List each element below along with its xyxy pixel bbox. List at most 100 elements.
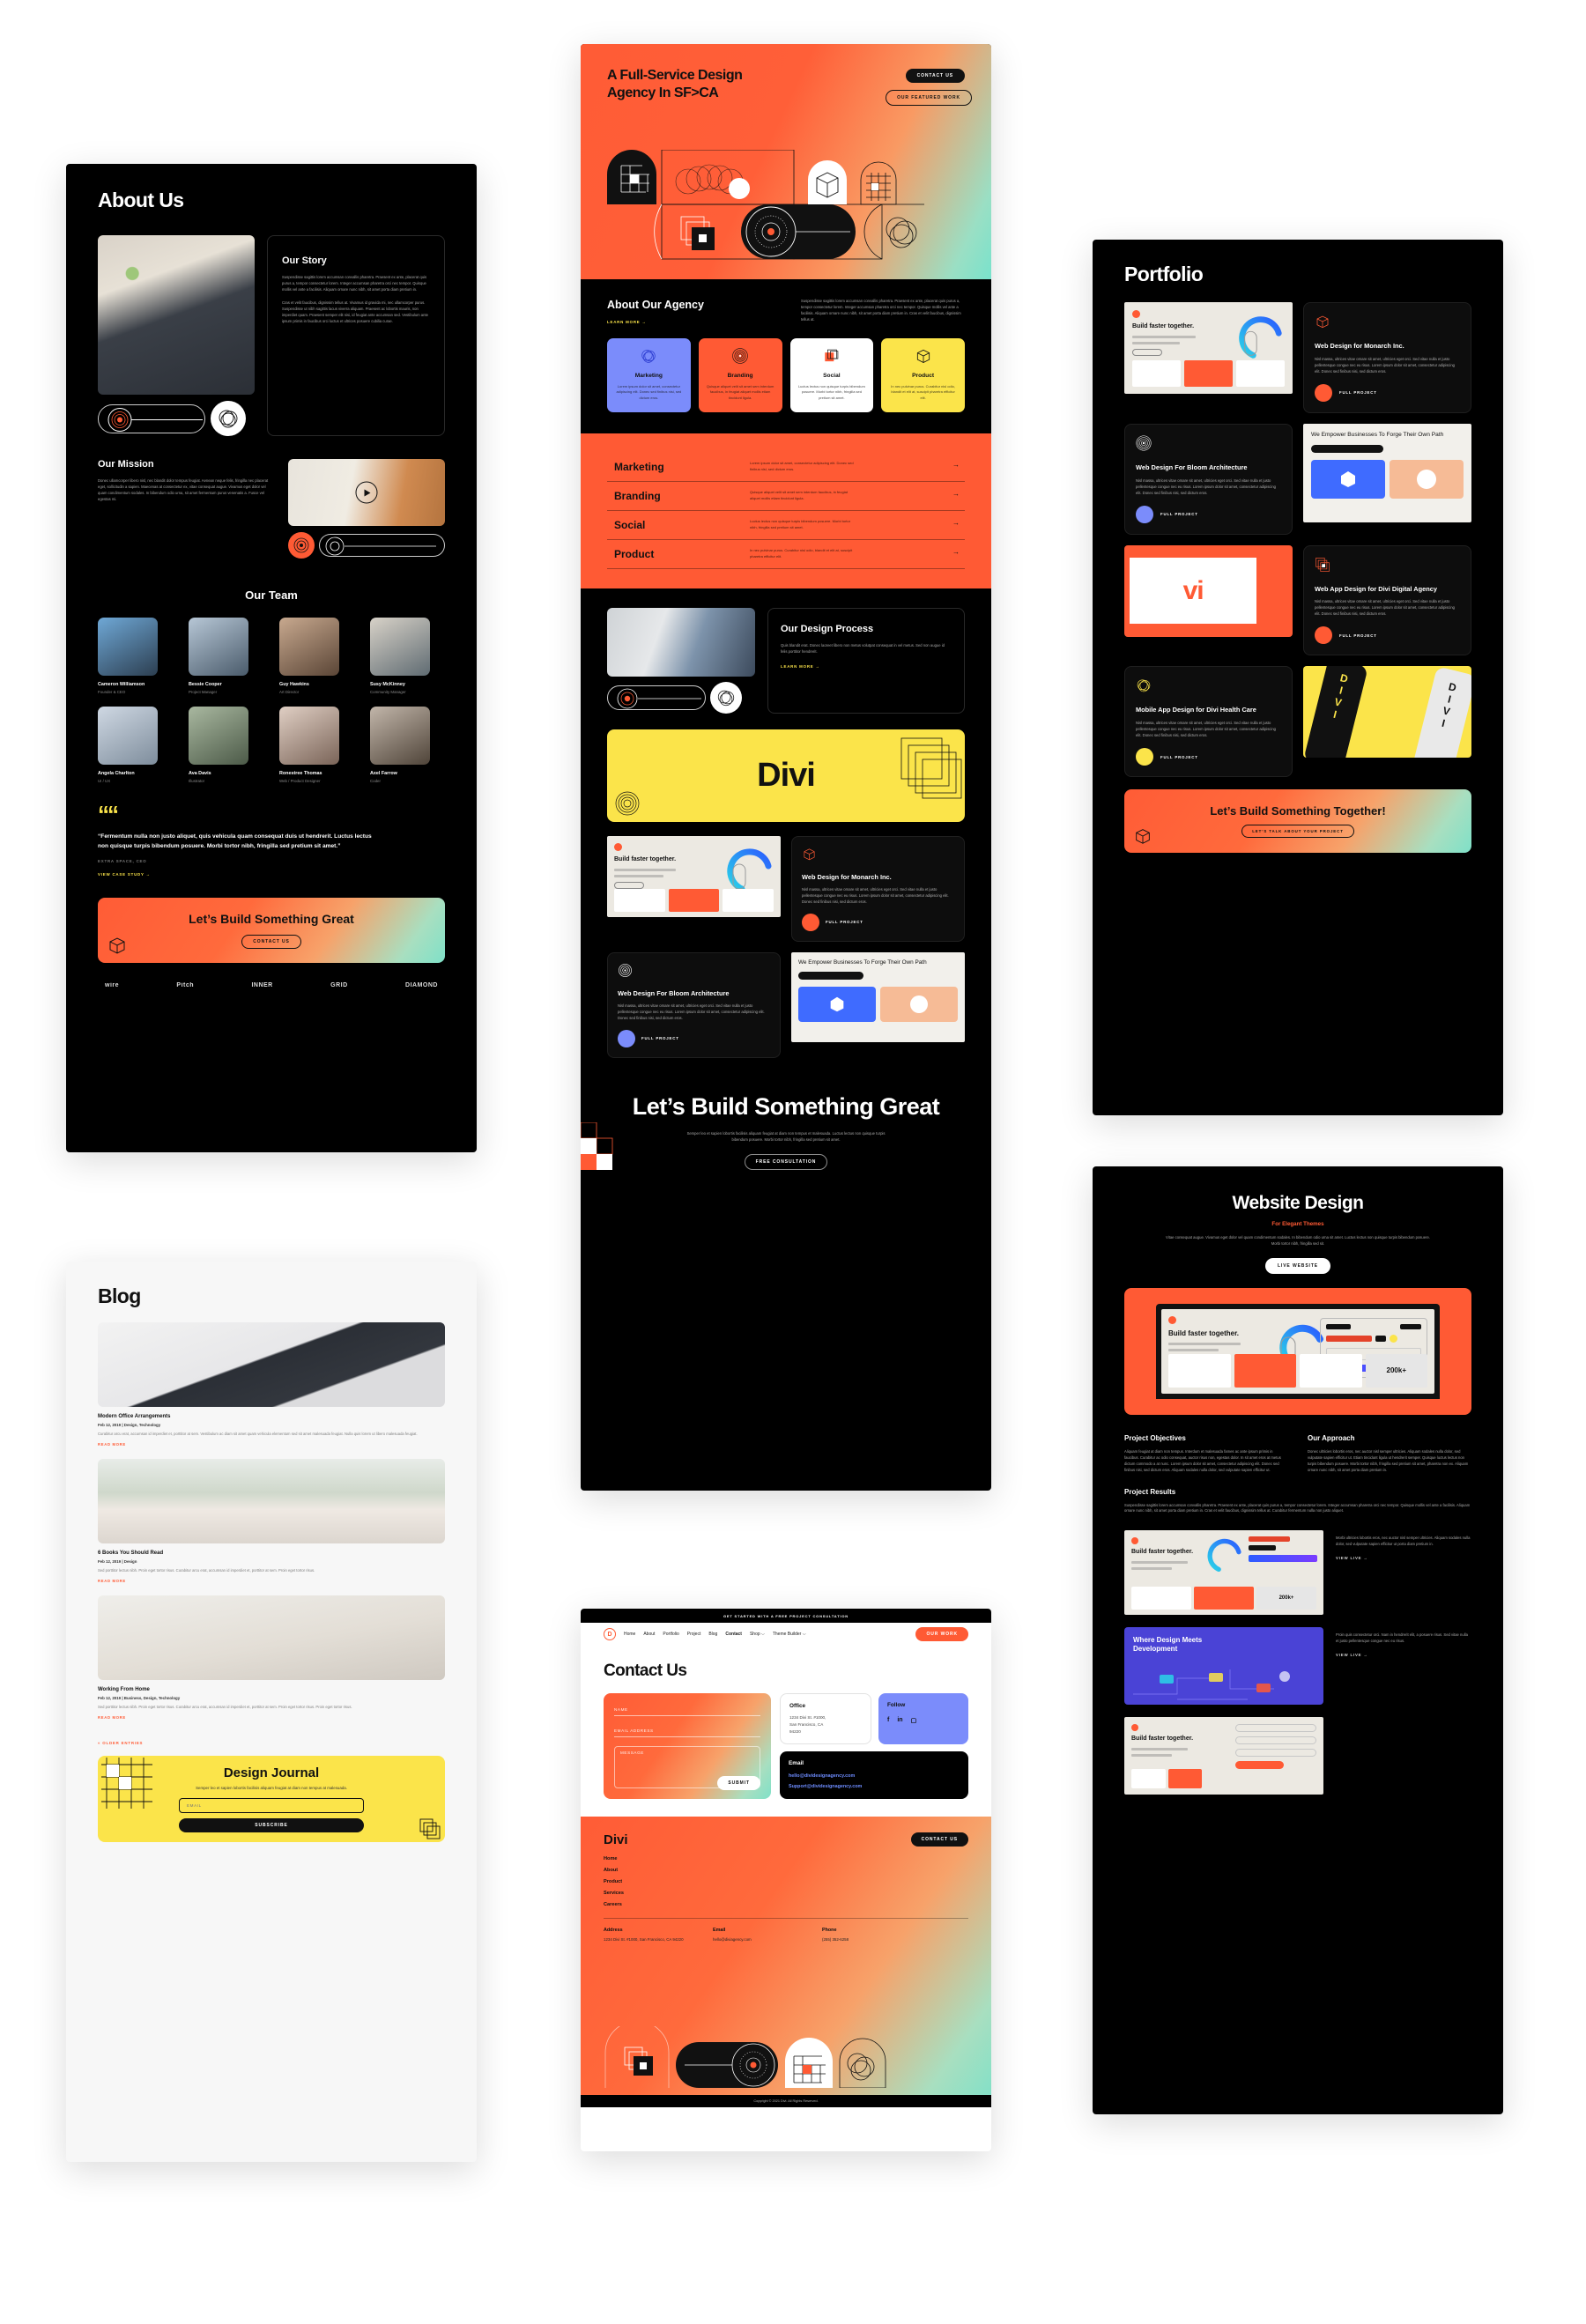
our-story-heading: Our Story (282, 255, 327, 266)
about-agency-learn-more[interactable]: Learn More → (607, 320, 785, 324)
service-row[interactable]: Marketing Lorem ipsum dolor sit amet, con… (607, 453, 965, 482)
blog-read-more-link[interactable]: Read More (98, 1579, 445, 1583)
featured-project-cta-1[interactable]: Full Project (826, 920, 863, 924)
live-website-button[interactable]: Live Website (1264, 1257, 1331, 1274)
website-design-page-preview[interactable]: Website Design For Elegant Themes Vitae … (1093, 1166, 1503, 2114)
final-cta-body: Semper leo et sapien lobortis facilisis … (686, 1130, 886, 1142)
newsletter-email-input[interactable] (179, 1797, 364, 1813)
service-arrow-icon[interactable]: → (952, 490, 960, 498)
contact-submit-button[interactable]: Submit (717, 1776, 760, 1790)
nav-links[interactable]: Home About Portfolio Project Blog Contact Shop… (624, 1632, 806, 1637)
blog-post-meta: Feb 12, 2019 | Design, Technology (98, 1423, 161, 1427)
design-process-image (607, 608, 755, 677)
showcase-link-1[interactable]: View Live → (1336, 1556, 1471, 1560)
footer-phone-value[interactable]: (255) 352-6258 (822, 1937, 910, 1942)
portfolio-card-cta-3[interactable]: Full Project (1339, 633, 1377, 638)
nav-link-blog[interactable]: Blog (708, 1632, 717, 1637)
client-logo: Pitch (176, 981, 195, 988)
agency-card[interactable]: Marketing Lorem ipsum dolor sit amet, con… (607, 338, 691, 412)
blog-post[interactable]: Modern Office Arrangements Feb 12, 2019 |… (98, 1322, 445, 1447)
showcase-link-2[interactable]: View Live → (1336, 1653, 1471, 1657)
footer-link[interactable]: Careers (604, 1902, 968, 1907)
team-member[interactable]: Angela Charlton UI / UX (98, 707, 173, 783)
hero-featured-work-button[interactable]: Our Featured Work (886, 90, 972, 106)
divi-logo-icon[interactable]: D (604, 1628, 616, 1640)
portfolio-card-3[interactable]: Web App Design for Divi Digital Agency N… (1303, 544, 1471, 656)
play-icon[interactable] (355, 481, 378, 504)
nav-link-project[interactable]: Project (687, 1632, 701, 1637)
blog-post[interactable]: Working From Home Feb 12, 2019 | Business… (98, 1595, 445, 1720)
newsletter-subscribe-button[interactable]: Subscribe (179, 1817, 364, 1832)
linkedin-icon[interactable]: in (897, 1717, 902, 1724)
hero-contact-button[interactable]: Contact Us (905, 69, 965, 83)
service-row[interactable]: Social Luctus lectus non quisque turpis b… (607, 511, 965, 540)
facebook-icon[interactable]: f (887, 1717, 889, 1724)
portfolio-card-cta-1[interactable]: Full Project (1339, 390, 1377, 395)
footer-link[interactable]: Home (604, 1856, 968, 1861)
featured-project-cta-2[interactable]: Full Project (641, 1036, 679, 1040)
footer-email-value[interactable]: hello@diviagency.com (713, 1937, 801, 1942)
portfolio-card-cta-2[interactable]: Full Project (1160, 512, 1198, 516)
portfolio-card-4[interactable]: Mobile App Design for Divi Health Care N… (1124, 666, 1293, 777)
blog-page-preview[interactable]: Blog Modern Office Arrangements Feb 12, 2… (66, 1262, 477, 2162)
contact-form[interactable]: Name Email Address Message Submit (604, 1693, 771, 1799)
service-arrow-icon[interactable]: → (952, 461, 960, 469)
portfolio-cta-button[interactable]: Let’s Talk About Your Project (1241, 825, 1354, 839)
contact-name-input[interactable]: Name (614, 1704, 760, 1716)
blog-post[interactable]: 6 Books You Should Read Feb 12, 2019 | De… (98, 1458, 445, 1583)
office-address-line: San Francisco, CA (789, 1721, 824, 1727)
portfolio-card-1[interactable]: Web Design for Monarch Inc. Nisl massa, … (1303, 302, 1471, 413)
footer-contact-button[interactable]: Contact Us (910, 1832, 968, 1847)
contact-navbar[interactable]: D Home About Portfolio Project Blog Contact Sh… (581, 1623, 991, 1646)
team-member[interactable]: Bessie Cooper Project Manager (189, 618, 263, 694)
team-member[interactable]: Ronestree Thomas Web / Product Designer (279, 707, 354, 783)
nav-link-portfolio[interactable]: Portfolio (663, 1632, 678, 1637)
mission-video-thumbnail[interactable] (288, 459, 445, 526)
team-member[interactable]: Cameron Williamson Founder & CEO (98, 618, 173, 694)
service-name: Product (614, 548, 655, 560)
team-member[interactable]: Ava Davis Illustrator (189, 707, 263, 783)
nav-link-home[interactable]: Home (624, 1632, 635, 1637)
our-story-card: Our Story Suspendisse sagittis lorem acc… (267, 235, 445, 436)
featured-project-card-1[interactable]: Web Design for Monarch Inc. Nisl massa, … (791, 836, 965, 942)
footer-nav-links[interactable]: Home About Product Services Careers (604, 1856, 968, 1907)
nav-link-about[interactable]: About (643, 1632, 655, 1637)
service-row[interactable]: Product In nec pulvinar purus. Curabitur … (607, 540, 965, 569)
team-member[interactable]: Susy McKinney Community Manager (370, 618, 445, 694)
portfolio-card-2[interactable]: Web Design For Bloom Architecture Nisl m… (1124, 423, 1293, 535)
service-arrow-icon[interactable]: → (952, 519, 960, 527)
about-us-page-preview[interactable]: About Us Our Story Suspendisse sagittis … (66, 164, 477, 1152)
email-address-2[interactable]: Support@dividesignagency.com (789, 1784, 960, 1789)
nav-link-theme-builder[interactable]: Theme Builder ⌵ (773, 1632, 806, 1637)
footer-link[interactable]: About (604, 1868, 968, 1873)
blog-read-more-link[interactable]: Read More (98, 1442, 445, 1447)
blog-read-more-link[interactable]: Read More (98, 1715, 445, 1720)
nav-our-work-button[interactable]: Our Work (915, 1627, 968, 1641)
agency-card[interactable]: Social Luctus lectus non quisque turpis b… (789, 338, 874, 412)
contact-email-input[interactable]: Email Address (614, 1725, 760, 1737)
footer-link[interactable]: Services (604, 1891, 968, 1896)
portfolio-page-preview[interactable]: Portfolio Build faster together. Web Des… (1093, 240, 1503, 1115)
featured-project-card-2[interactable]: Web Design For Bloom Architecture Nisl m… (607, 951, 781, 1058)
footer-copyright-bar: Copyright © 2021 Divi. All Rights Reserv… (581, 2095, 991, 2107)
final-cta-button[interactable]: Free Consultation (744, 1153, 828, 1170)
contact-title: Contact Us (604, 1662, 687, 1680)
blog-post-meta: Feb 12, 2019 | Design (98, 1558, 137, 1564)
agency-card[interactable]: Branding Quisque aliquet velit sit amet s… (698, 338, 782, 412)
instagram-icon[interactable]: ▢ (911, 1717, 917, 1724)
service-row[interactable]: Branding Quisque aliquet velit sit amet s… (607, 482, 965, 511)
agency-card[interactable]: Product In nec pulvinar purus. Curabitur … (881, 338, 965, 412)
footer-link[interactable]: Product (604, 1879, 968, 1884)
nav-link-contact[interactable]: Contact (725, 1632, 742, 1637)
contact-page-preview[interactable]: Get Started With A Free Project Consulta… (581, 1609, 991, 2151)
design-process-body: Quis blandit erat. Donec laoreet libero … (781, 643, 945, 655)
team-member[interactable]: Axel Farrow Coder (370, 707, 445, 783)
service-arrow-icon[interactable]: → (952, 548, 960, 556)
email-address-1[interactable]: hello@dividesignagency.com (789, 1773, 960, 1779)
team-member[interactable]: Guy Hawkins Art Director (279, 618, 354, 694)
cta-contact-button[interactable]: Contact Us (241, 934, 301, 949)
nav-link-shop[interactable]: Shop ⌵ (750, 1632, 765, 1637)
home-page-preview[interactable]: A Full-Service Design Agency In SF>CA Co… (581, 44, 991, 1491)
design-process-link[interactable]: Learn More → (781, 664, 952, 669)
portfolio-card-cta-4[interactable]: Full Project (1160, 755, 1198, 759)
